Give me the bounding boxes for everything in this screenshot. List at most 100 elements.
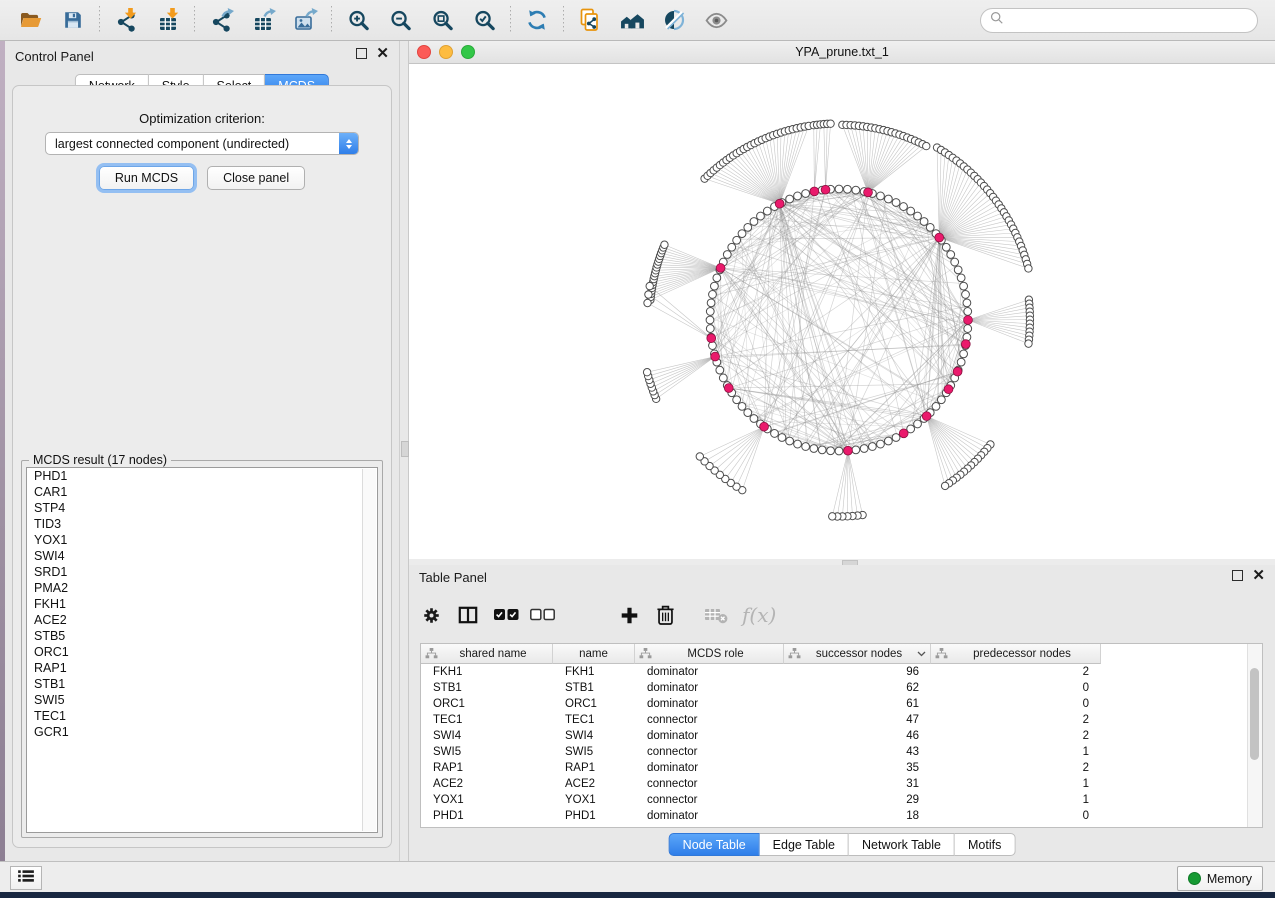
delete-table-button[interactable] [704, 606, 728, 624]
network-node[interactable] [877, 440, 885, 448]
network-node[interactable] [713, 274, 721, 282]
run-mcds-button[interactable]: Run MCDS [99, 166, 194, 190]
column-header-predecessor-nodes[interactable]: predecessor nodes [931, 644, 1101, 664]
network-node[interactable] [892, 434, 900, 442]
float-panel-icon[interactable] [356, 48, 367, 59]
result-node-fkh1[interactable]: FKH1 [27, 596, 377, 612]
network-window-titlebar[interactable]: YPA_prune.txt_1 [409, 41, 1275, 64]
result-node-swi4[interactable]: SWI4 [27, 548, 377, 564]
network-node[interactable] [957, 358, 965, 366]
network-node[interactable] [868, 443, 876, 451]
network-node[interactable] [733, 236, 741, 244]
import-table-button[interactable] [147, 3, 189, 37]
network-node[interactable] [733, 396, 741, 404]
table-row-swi5[interactable]: SWI5SWI5connector431 [421, 744, 1248, 760]
network-node[interactable] [728, 243, 736, 251]
tab-network-table[interactable]: Network Table [849, 833, 955, 856]
zoom-fit-button[interactable] [421, 3, 463, 37]
network-node[interactable] [884, 437, 892, 445]
mcds-node[interactable] [844, 446, 853, 455]
mcds-node[interactable] [775, 199, 784, 208]
select-all-button[interactable] [493, 607, 520, 623]
optimization-dropdown[interactable]: largest connected component (undirected) [45, 132, 359, 155]
close-panel-button[interactable]: Close panel [207, 166, 305, 190]
network-node[interactable] [962, 291, 970, 299]
settings-button[interactable] [421, 605, 442, 626]
mcds-node[interactable] [760, 422, 769, 431]
result-node-rap1[interactable]: RAP1 [27, 660, 377, 676]
network-node[interactable] [706, 325, 714, 333]
table-row-phd1[interactable]: PHD1PHD1dominator180 [421, 808, 1248, 824]
network-node[interactable] [716, 366, 724, 374]
deselect-all-button[interactable] [529, 607, 556, 623]
result-node-gcr1[interactable]: GCR1 [27, 724, 377, 740]
function-builder-button[interactable]: f(x) [742, 603, 776, 627]
close-panel-icon[interactable]: ✕ [376, 48, 389, 59]
network-node[interactable] [951, 258, 959, 266]
zoom-in-button[interactable] [337, 3, 379, 37]
network-node[interactable] [778, 434, 786, 442]
result-node-srd1[interactable]: SRD1 [27, 564, 377, 580]
network-node[interactable] [914, 420, 922, 428]
network-node[interactable] [1025, 340, 1032, 347]
network-node[interactable] [926, 223, 934, 231]
zoom-selected-button[interactable] [463, 3, 505, 37]
network-node[interactable] [710, 282, 718, 290]
mcds-node[interactable] [707, 334, 716, 343]
network-node[interactable] [771, 430, 779, 438]
table-scrollbar-thumb[interactable] [1250, 668, 1259, 760]
network-node[interactable] [964, 325, 972, 333]
table-row-tec1[interactable]: TEC1TEC1connector472 [421, 712, 1248, 728]
result-node-car1[interactable]: CAR1 [27, 484, 377, 500]
mcds-node[interactable] [821, 185, 830, 194]
network-node[interactable] [835, 447, 843, 455]
network-node[interactable] [960, 350, 968, 358]
network-node[interactable] [706, 308, 714, 316]
memory-button[interactable]: Memory [1177, 866, 1263, 891]
result-node-yox1[interactable]: YOX1 [27, 532, 377, 548]
network-node[interactable] [707, 299, 715, 307]
column-header-name[interactable]: name [553, 644, 635, 664]
column-header-shared-name[interactable]: shared name [421, 644, 553, 664]
network-node[interactable] [835, 185, 843, 193]
network-node[interactable] [932, 402, 940, 410]
network-node[interactable] [827, 447, 835, 455]
network-node[interactable] [923, 142, 930, 149]
table-row-fkh1[interactable]: FKH1FKH1dominator962 [421, 664, 1248, 680]
result-node-ace2[interactable]: ACE2 [27, 612, 377, 628]
network-node[interactable] [937, 396, 945, 404]
network-node[interactable] [920, 218, 928, 226]
vertical-splitter[interactable] [399, 41, 409, 861]
mcds-node[interactable] [716, 264, 725, 273]
result-node-phd1[interactable]: PHD1 [27, 468, 377, 484]
mcds-node[interactable] [953, 367, 962, 376]
network-node[interactable] [786, 195, 794, 203]
splitter-grip[interactable] [401, 441, 409, 457]
tab-node-table[interactable]: Node Table [669, 833, 760, 856]
network-node[interactable] [947, 251, 955, 259]
zoom-out-button[interactable] [379, 3, 421, 37]
add-row-button[interactable] [620, 606, 639, 625]
cybrowser-button[interactable] [569, 3, 611, 37]
network-node[interactable] [706, 316, 714, 324]
network-node[interactable] [763, 207, 771, 215]
network-node[interactable] [941, 482, 948, 489]
network-node[interactable] [860, 445, 868, 453]
result-node-tid3[interactable]: TID3 [27, 516, 377, 532]
network-node[interactable] [645, 291, 652, 298]
network-node[interactable] [661, 241, 668, 248]
mcds-node[interactable] [964, 316, 973, 325]
network-node[interactable] [802, 190, 810, 198]
network-node[interactable] [794, 440, 802, 448]
network-node[interactable] [900, 203, 908, 211]
network-node[interactable] [892, 199, 900, 207]
mcds-node[interactable] [810, 187, 819, 196]
network-node[interactable] [709, 291, 717, 299]
network-node[interactable] [744, 409, 752, 417]
network-node[interactable] [942, 243, 950, 251]
result-node-stb1[interactable]: STB1 [27, 676, 377, 692]
import-network-button[interactable] [105, 3, 147, 37]
network-node[interactable] [738, 230, 746, 238]
network-node[interactable] [750, 218, 758, 226]
table-row-ace2[interactable]: ACE2ACE2connector311 [421, 776, 1248, 792]
